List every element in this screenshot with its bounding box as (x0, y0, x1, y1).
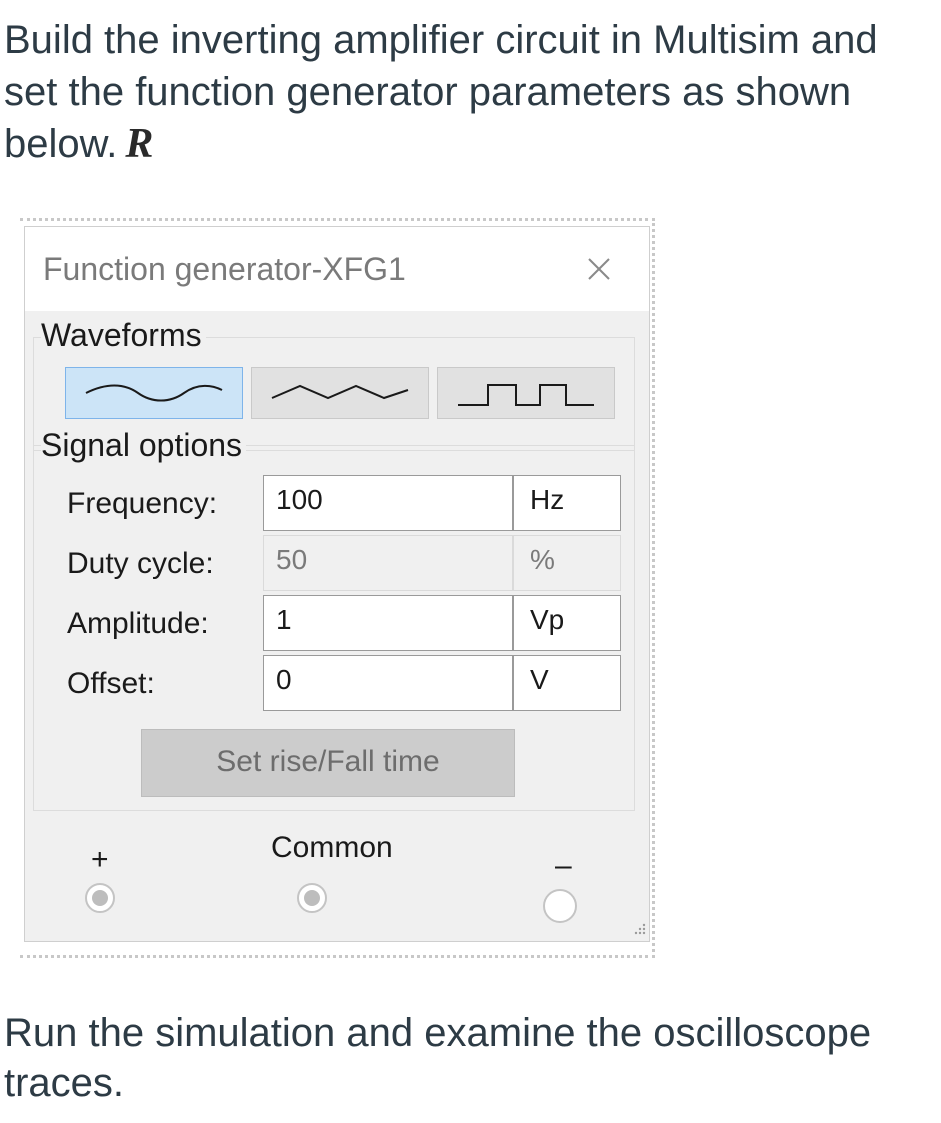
frequency-label: Frequency: (67, 487, 218, 520)
window-title: Function generator-XFG1 (43, 251, 406, 287)
triangle-wave-icon (271, 384, 409, 400)
offset-input[interactable]: 0 (263, 655, 513, 711)
square-wave-button[interactable] (437, 367, 615, 419)
terminal-connected-dot (92, 890, 108, 906)
waveforms-label: Waveforms (41, 317, 206, 354)
minus-terminal[interactable] (543, 889, 577, 923)
triangle-wave-button[interactable] (251, 367, 429, 419)
common-terminal-label: Common (271, 831, 393, 864)
minus-terminal-label: – (555, 849, 572, 882)
sine-wave-icon (85, 384, 223, 402)
sine-wave-button[interactable] (65, 367, 243, 419)
frequency-input[interactable]: 100 (263, 475, 513, 531)
offset-unit[interactable]: V (513, 655, 621, 711)
duty-cycle-input: 50 (263, 535, 513, 591)
terminal-connected-dot (304, 890, 320, 906)
frequency-unit[interactable]: Hz (513, 475, 621, 531)
close-icon[interactable] (581, 251, 617, 287)
duty-cycle-label: Duty cycle: (67, 547, 214, 580)
plus-terminal[interactable] (85, 883, 115, 913)
common-terminal[interactable] (297, 883, 327, 913)
signal-options-label: Signal options (41, 427, 247, 464)
amplitude-label: Amplitude: (67, 607, 209, 640)
variable-r: R (125, 121, 154, 167)
plus-terminal-label: + (91, 843, 109, 876)
set-rise-fall-time-button: Set rise/Fall time (141, 729, 515, 797)
intro-paragraph: Build the inverting amplifier circuit in… (4, 14, 934, 170)
square-wave-icon (458, 384, 594, 406)
duty-cycle-unit: % (513, 535, 621, 591)
amplitude-unit[interactable]: Vp (513, 595, 621, 651)
function-generator-window: Function generator-XFG1 Waveforms Signal… (24, 226, 650, 942)
amplitude-input[interactable]: 1 (263, 595, 513, 651)
window-titlebar[interactable]: Function generator-XFG1 (25, 227, 649, 311)
outro-paragraph: Run the simulation and examine the oscil… (4, 1011, 872, 1105)
resize-grip-icon[interactable] (631, 921, 647, 937)
offset-label: Offset: (67, 667, 155, 700)
